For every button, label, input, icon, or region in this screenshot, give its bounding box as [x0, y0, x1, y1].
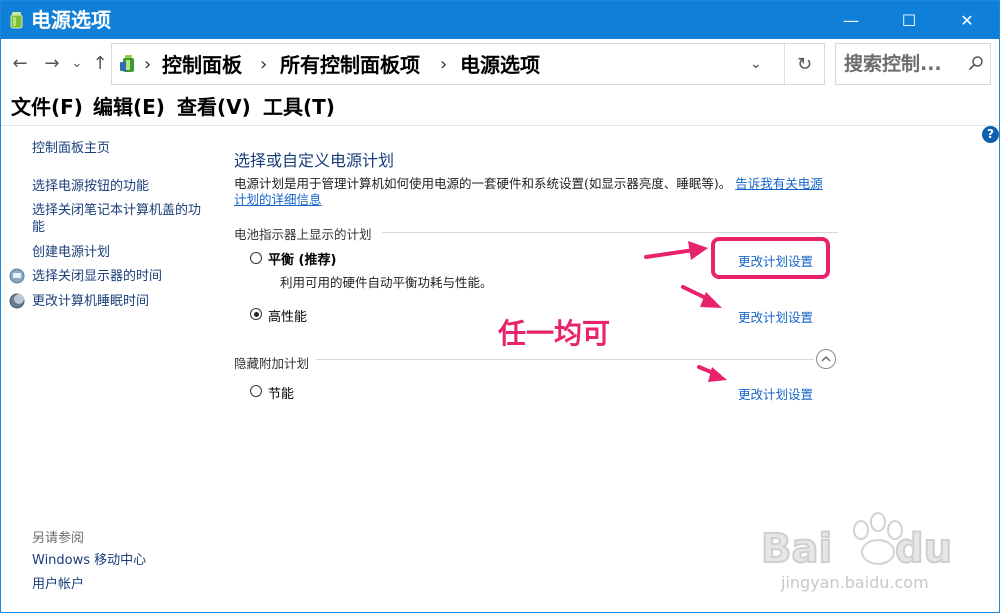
see-also-heading: 另请参阅 [32, 531, 85, 546]
plan-radio-balanced[interactable] [250, 252, 262, 264]
plan-name-balanced: 平衡 (推荐) [268, 253, 337, 268]
change-plan-settings-high-performance[interactable]: 更改计划设置 [738, 307, 813, 326]
annotation-arrow-icon [697, 365, 727, 382]
sidebar-item-display-off[interactable]: 选择关闭显示器的时间 [32, 268, 162, 285]
maximize-button[interactable]: ☐ [886, 1, 932, 39]
sidebar-item-power-buttons[interactable]: 选择电源按钮的功能 [32, 178, 149, 195]
breadcrumb-control-panel[interactable]: 控制面板 [162, 52, 242, 78]
power-options-icon [10, 12, 23, 29]
menu-view[interactable]: 查看(V) [177, 94, 251, 120]
help-icon[interactable]: ? [982, 126, 999, 143]
window-frame: 电源选项 — ☐ ✕ ← → ⌄ ↑ › 控制面板 › 所有控制面板项 › 电源… [0, 0, 1000, 613]
address-dropdown-icon[interactable]: ⌄ [750, 56, 762, 72]
display-icon [9, 268, 25, 284]
search-box[interactable] [835, 43, 991, 85]
group-label-shown: 电池指示器上显示的计划 [234, 227, 372, 242]
breadcrumb-power-options[interactable]: 电源选项 [460, 52, 540, 78]
plan-name-power-saver: 节能 [268, 387, 295, 402]
collapse-chevron-icon[interactable] [816, 349, 836, 369]
control-panel-icon [120, 55, 134, 72]
menu-file[interactable]: 文件(F) [11, 94, 83, 120]
breadcrumb-all-items[interactable]: 所有控制面板项 [280, 52, 420, 78]
close-button[interactable]: ✕ [944, 1, 990, 39]
highlight-box [711, 237, 830, 279]
plan-radio-high-performance[interactable] [250, 308, 262, 320]
forward-button[interactable]: → [43, 53, 61, 75]
menu-tools[interactable]: 工具(T) [263, 94, 335, 120]
breadcrumb-separator-icon: › [440, 54, 448, 75]
menu-edit[interactable]: 编辑(E) [93, 94, 165, 120]
svg-text:du: du [895, 526, 952, 572]
sidebar-item-home[interactable]: 控制面板主页 [32, 140, 110, 157]
breadcrumb-separator-icon: › [260, 54, 268, 75]
group-label-hidden: 隐藏附加计划 [234, 356, 310, 371]
annotation-text: 任一均可 [498, 317, 611, 350]
sidebar-item-create-plan[interactable]: 创建电源计划 [32, 244, 110, 261]
search-icon[interactable] [968, 55, 984, 71]
sidebar-item-mobility-center[interactable]: Windows 移动中心 [32, 552, 146, 569]
plan-radio-power-saver[interactable] [250, 385, 262, 397]
annotation-arrow-icon [644, 241, 708, 260]
window-title: 电源选项 [31, 8, 111, 32]
plan-name-high-performance: 高性能 [268, 310, 308, 325]
minimize-button[interactable]: — [828, 1, 874, 39]
sleep-moon-icon [9, 293, 25, 309]
navigation-bar: ← → ⌄ ↑ › 控制面板 › 所有控制面板项 › 电源选项 ⌄ ↻ [1, 39, 999, 89]
group-divider [382, 232, 838, 233]
page-title: 选择或自定义电源计划 [234, 151, 395, 170]
svg-text:Bai: Bai [761, 526, 832, 572]
menu-bar: 文件(F) 编辑(E) 查看(V) 工具(T) [1, 89, 999, 126]
annotation-arrow-icon [681, 285, 722, 308]
sidebar: 控制面板主页 选择电源按钮的功能 选择关闭笔记本计算机盖的功能 创建电源计划 选… [1, 126, 206, 612]
recent-locations-button[interactable]: ⌄ [71, 53, 83, 75]
watermark-url: jingyan.baidu.com [781, 573, 929, 592]
page-description: 电源计划是用于管理计算机如何使用电源的一套硬件和系统设置(如显示器亮度、睡眠等)… [234, 176, 834, 208]
sidebar-item-lid[interactable]: 选择关闭笔记本计算机盖的功能 [32, 202, 202, 236]
sidebar-item-user-accounts[interactable]: 用户帐户 [32, 576, 84, 593]
breadcrumb-separator-icon: › [144, 54, 152, 75]
plan-desc-balanced: 利用可用的硬件自动平衡功耗与性能。 [280, 275, 493, 290]
refresh-button[interactable]: ↻ [784, 44, 824, 84]
sidebar-item-sleep-time[interactable]: 更改计算机睡眠时间 [32, 293, 149, 310]
back-button[interactable]: ← [11, 53, 29, 75]
search-input[interactable] [844, 51, 962, 77]
address-bar[interactable]: › 控制面板 › 所有控制面板项 › 电源选项 ⌄ ↻ [111, 43, 825, 85]
description-text: 电源计划是用于管理计算机如何使用电源的一套硬件和系统设置(如显示器亮度、睡眠等)… [234, 176, 732, 191]
title-bar: 电源选项 — ☐ ✕ [1, 1, 999, 39]
group-divider [316, 359, 814, 360]
change-plan-settings-power-saver[interactable]: 更改计划设置 [738, 384, 813, 403]
up-button[interactable]: ↑ [91, 53, 109, 75]
